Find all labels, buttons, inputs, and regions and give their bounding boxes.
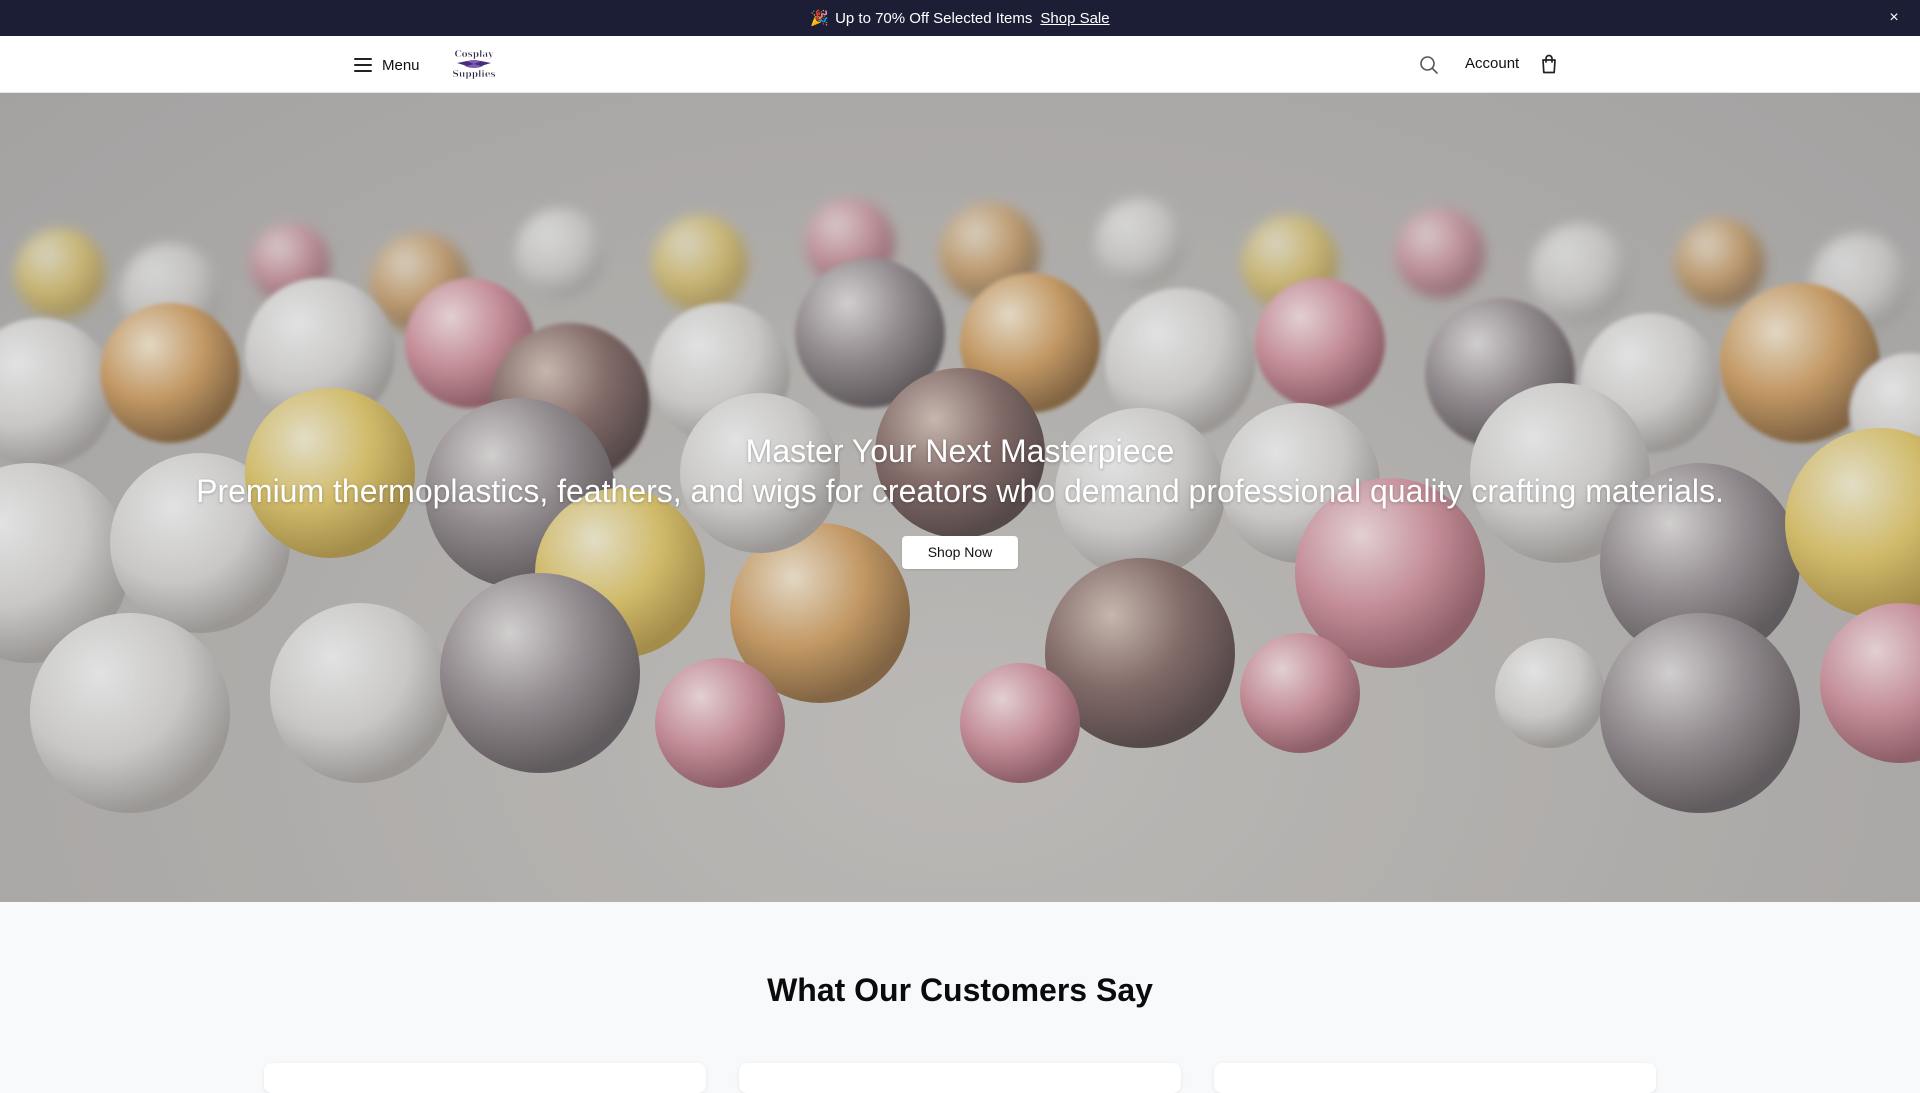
hamburger-icon [354,58,372,72]
svg-text:Cosplay: Cosplay [454,50,494,60]
testimonials-section: What Our Customers Say [0,902,1920,1093]
shop-sale-link[interactable]: Shop Sale [1040,10,1109,27]
announcement-bar: 🎉 Up to 70% Off Selected Items Shop Sale… [0,0,1920,36]
testimonial-card [264,1063,706,1093]
site-header: Menu Cosplay Supplies Account [0,36,1920,93]
search-icon[interactable] [1418,54,1440,76]
hero-banner: Master Your Next Masterpiece Premium the… [0,93,1920,902]
hero-content: Master Your Next Masterpiece Premium the… [0,431,1920,569]
announcement-text: Up to 70% Off Selected Items [835,9,1033,27]
account-link[interactable]: Account [1465,55,1519,72]
testimonials-heading: What Our Customers Say [767,972,1153,1008]
party-popper-icon: 🎉 [810,10,830,27]
shopping-bag-icon[interactable] [1539,53,1559,75]
hero-title: Master Your Next Masterpiece [745,433,1175,469]
testimonial-card [1214,1063,1656,1093]
menu-label: Menu [382,56,420,74]
close-icon[interactable]: × [1884,8,1904,28]
testimonial-card [739,1063,1181,1093]
menu-button[interactable]: Menu [354,53,420,77]
shop-now-button[interactable]: Shop Now [901,536,1019,569]
svg-text:Supplies: Supplies [452,70,495,80]
cosplay-supplies-logo[interactable]: Cosplay Supplies [451,47,497,81]
hero-subtitle: Premium thermoplastics, feathers, and wi… [196,473,1724,509]
